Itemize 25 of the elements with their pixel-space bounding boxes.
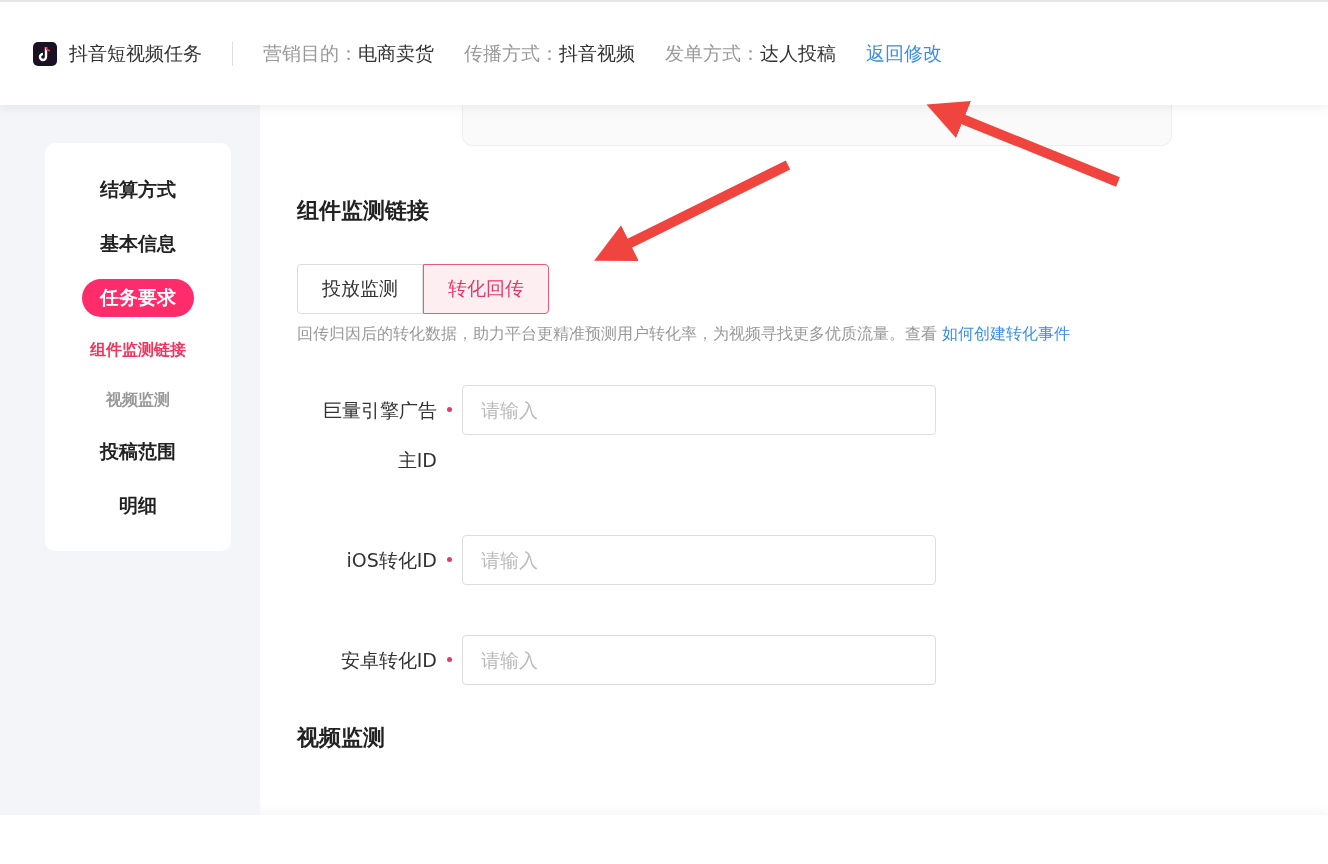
- task-meta: 传播方式：抖音视频: [464, 40, 635, 66]
- hint-text: 回传归因后的转化数据，助力平台更精准预测用户转化率，为视频寻找更多优质流量。查看 如何创建转化事件: [297, 324, 1072, 345]
- input-field[interactable]: 请输入: [462, 385, 936, 435]
- sidebar-item[interactable]: 组件监测链接: [90, 325, 186, 375]
- field-label: iOS转化ID: [345, 548, 437, 573]
- task-title: 抖音短视频任务: [69, 40, 202, 66]
- input-field[interactable]: 请输入: [462, 635, 936, 685]
- sidebar-item[interactable]: 投稿范围: [100, 425, 176, 479]
- edit-link[interactable]: 返回修改: [866, 40, 942, 67]
- sidebar-item[interactable]: 结算方式: [100, 163, 176, 217]
- task-meta: 营销目的：电商卖货: [263, 40, 434, 66]
- section-title: 视频监测: [297, 724, 386, 752]
- input-field[interactable]: 请输入: [462, 535, 936, 585]
- sidebar-item[interactable]: 基本信息: [100, 217, 176, 271]
- sidebar-item[interactable]: 视频监测: [106, 375, 170, 425]
- help-link[interactable]: 如何创建转化事件: [942, 324, 1071, 343]
- tab[interactable]: 投放监测: [297, 264, 423, 314]
- sidebar-item[interactable]: 任务要求: [82, 279, 194, 317]
- field-label: 安卓转化ID: [339, 648, 437, 673]
- tab[interactable]: 转化回传: [423, 264, 549, 314]
- task-meta: 发单方式：达人投稿: [665, 40, 836, 66]
- field-label: 巨量引擎广告主ID: [322, 398, 437, 473]
- app-logo-icon: [33, 41, 57, 66]
- sidebar-item[interactable]: 明细: [119, 479, 157, 533]
- section-title: 组件监测链接: [297, 197, 430, 225]
